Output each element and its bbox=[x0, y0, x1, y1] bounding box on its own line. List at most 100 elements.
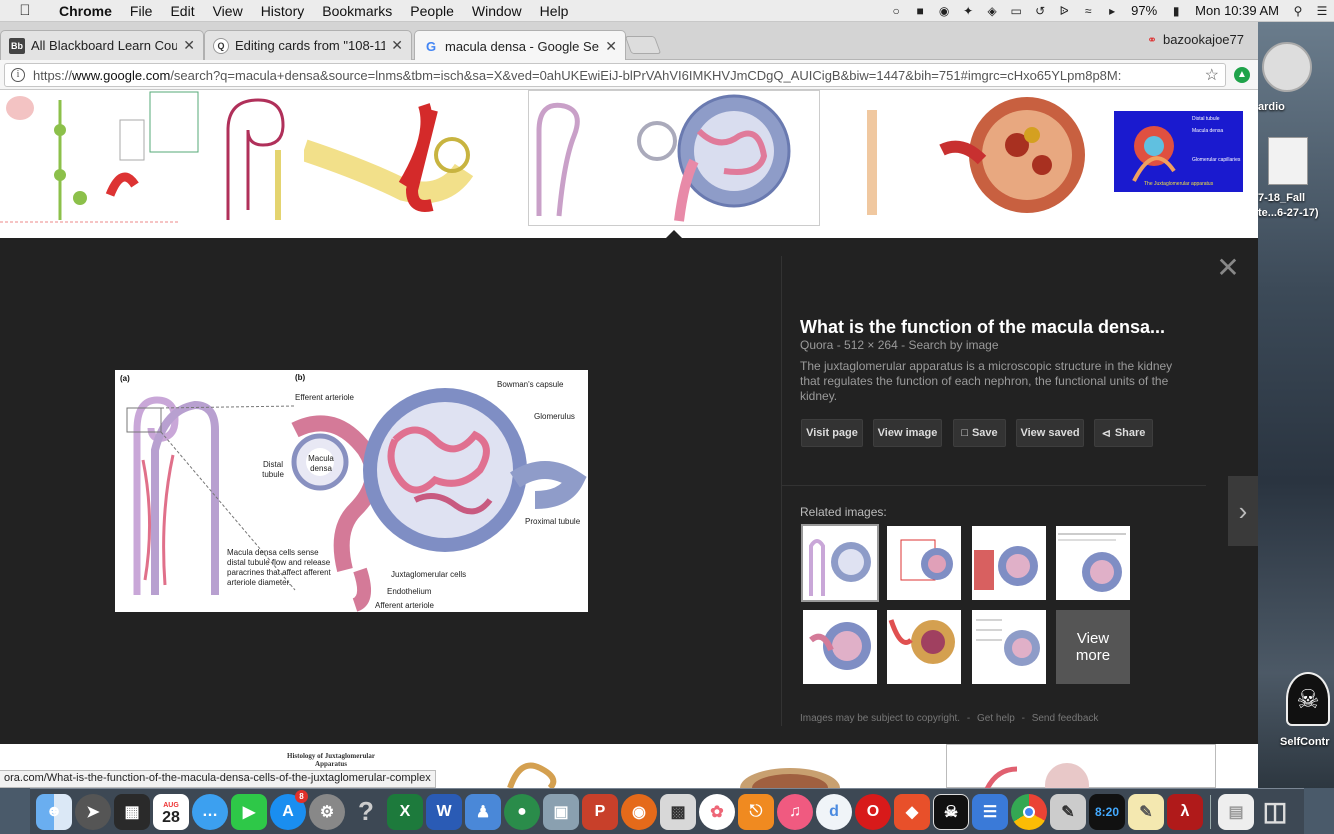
related-image-thumbnail[interactable] bbox=[801, 524, 879, 602]
dollar-status-icon[interactable]: ○ bbox=[884, 4, 908, 18]
image-result-thumbnail[interactable] bbox=[460, 744, 620, 788]
desktop-item-label[interactable]: SelfContr bbox=[1280, 736, 1330, 748]
battery-percent[interactable]: 97% bbox=[1124, 3, 1164, 18]
share-button[interactable]: ⊲ Share bbox=[1094, 419, 1153, 447]
menu-file[interactable]: File bbox=[121, 3, 162, 19]
related-image-thumbnail[interactable] bbox=[972, 526, 1046, 600]
shield-status-icon[interactable]: ◈ bbox=[980, 4, 1004, 18]
image-result-thumbnail[interactable] bbox=[946, 744, 1216, 788]
desktop-app-icon[interactable] bbox=[1262, 42, 1312, 92]
system-preferences-gear-icon[interactable]: ⚙ bbox=[309, 793, 345, 830]
messages-icon[interactable]: … bbox=[192, 793, 228, 830]
tab-google-search[interactable]: G macula densa - Google Search ✕ bbox=[414, 30, 626, 61]
photos-flower-icon[interactable]: ✿ bbox=[699, 793, 735, 830]
profile-button[interactable]: ⚭ bazookajoe77 bbox=[1147, 32, 1244, 47]
preview-photos-icon[interactable]: ▣ bbox=[543, 793, 579, 830]
extension-icon[interactable]: ▲ bbox=[1234, 67, 1250, 83]
save-button[interactable]: □ Save bbox=[953, 419, 1006, 447]
finder-icon[interactable]: ☻ bbox=[36, 793, 72, 830]
related-image-thumbnail[interactable] bbox=[972, 610, 1046, 684]
people-group-icon[interactable]: ♟ bbox=[465, 793, 501, 830]
related-image-thumbnail[interactable] bbox=[803, 610, 877, 684]
facetime-icon[interactable]: ▶ bbox=[231, 793, 267, 830]
activity-monitor-icon[interactable]: ▦ bbox=[114, 793, 150, 830]
opera-icon[interactable]: O bbox=[855, 793, 891, 830]
menu-people[interactable]: People bbox=[401, 3, 463, 19]
battery-icon[interactable]: ▮ bbox=[1164, 4, 1188, 18]
time-machine-icon[interactable]: ↺ bbox=[1028, 4, 1052, 18]
volume-icon[interactable]: ▸ bbox=[1100, 4, 1124, 18]
globe-icon[interactable]: ● bbox=[504, 793, 540, 830]
related-image-thumbnail[interactable] bbox=[1056, 526, 1130, 600]
search-by-image-link[interactable]: Search by image bbox=[908, 338, 998, 352]
menubar-clock[interactable]: Mon 10:39 AM bbox=[1188, 3, 1286, 18]
menu-history[interactable]: History bbox=[252, 3, 314, 19]
trash-icon[interactable]: ◫ bbox=[1257, 794, 1293, 830]
tab-editing-cards[interactable]: Q Editing cards from "108-117" ✕ bbox=[204, 30, 412, 60]
view-image-button[interactable]: View image bbox=[873, 419, 942, 447]
related-image-thumbnail[interactable] bbox=[887, 610, 961, 684]
send-feedback-link[interactable]: Send feedback bbox=[1032, 713, 1099, 724]
notification-center-icon[interactable]: ☰ bbox=[1310, 4, 1334, 18]
image-result-thumbnail[interactable] bbox=[208, 90, 304, 226]
help-question-icon[interactable]: ? bbox=[348, 794, 384, 830]
image-result-thumbnail[interactable]: Distal tubule Macula densa Glomerular ca… bbox=[1114, 111, 1243, 192]
menu-view[interactable]: View bbox=[204, 3, 252, 19]
skull-app-icon[interactable]: ☠ bbox=[1286, 672, 1330, 726]
apple-menu-icon[interactable]:  bbox=[0, 2, 50, 19]
image-result-thumbnail[interactable] bbox=[304, 90, 518, 226]
launchpad-rocket-icon[interactable]: ➤ bbox=[75, 793, 111, 830]
menu-bookmarks[interactable]: Bookmarks bbox=[313, 3, 401, 19]
new-tab-button[interactable] bbox=[624, 36, 662, 54]
close-tab-icon[interactable]: ✕ bbox=[183, 37, 195, 54]
spotlight-search-icon[interactable]: ⚲ bbox=[1286, 4, 1310, 18]
preview-image[interactable]: (a) (b) Bowman's capsule Efferent arteri… bbox=[115, 370, 588, 612]
view-saved-button[interactable]: View saved bbox=[1016, 419, 1084, 447]
camera-status-icon[interactable]: ◉ bbox=[932, 4, 956, 18]
clock-widget-icon[interactable]: 8:20 bbox=[1089, 793, 1125, 830]
close-tab-icon[interactable]: ✕ bbox=[391, 37, 403, 54]
chrome-icon[interactable] bbox=[1011, 793, 1047, 830]
dictionary-icon[interactable]: d bbox=[816, 793, 852, 830]
visit-page-button[interactable]: Visit page bbox=[801, 419, 863, 447]
image-result-thumbnail[interactable] bbox=[700, 744, 900, 788]
bookmark-star-icon[interactable]: ☆ bbox=[1205, 65, 1219, 85]
dark-app-status-icon[interactable]: ■ bbox=[908, 4, 932, 18]
close-tab-icon[interactable]: ✕ bbox=[605, 38, 617, 55]
stickies-icon[interactable]: ✎ bbox=[1128, 793, 1164, 830]
airplay-icon[interactable]: ▭ bbox=[1004, 4, 1028, 18]
result-title[interactable]: What is the function of the macula densa… bbox=[800, 317, 1200, 338]
menu-window[interactable]: Window bbox=[463, 3, 531, 19]
menu-edit[interactable]: Edit bbox=[161, 3, 203, 19]
calendar-icon[interactable]: AUG 28 bbox=[153, 793, 189, 830]
unknown-app-icon[interactable]: ◆ bbox=[894, 793, 930, 830]
image-result-thumbnail-selected[interactable] bbox=[528, 90, 820, 226]
related-image-thumbnail[interactable] bbox=[887, 526, 961, 600]
menu-app-name[interactable]: Chrome bbox=[50, 3, 121, 19]
firefox-icon[interactable]: ◉ bbox=[621, 793, 657, 830]
desktop-item-label[interactable]: te...6-27-17) bbox=[1258, 207, 1319, 219]
get-help-link[interactable]: Get help bbox=[977, 713, 1015, 724]
desktop-item-label[interactable]: 7-18_Fall bbox=[1258, 192, 1305, 204]
address-bar[interactable]: i https://www.google.com/search?q=macula… bbox=[4, 63, 1226, 87]
menu-help[interactable]: Help bbox=[531, 3, 578, 19]
result-source[interactable]: Quora bbox=[800, 338, 833, 352]
pencil-app-icon[interactable]: ✎ bbox=[1050, 793, 1086, 830]
document-file-icon[interactable]: ▤ bbox=[1218, 793, 1254, 830]
bluetooth-icon[interactable]: ᐉ bbox=[1052, 4, 1076, 18]
wifi-icon[interactable]: ≈ bbox=[1076, 4, 1100, 18]
ibooks-icon[interactable]: ⎋ bbox=[738, 793, 774, 830]
image-result-thumbnail[interactable] bbox=[0, 90, 200, 226]
image-result-thumbnail[interactable] bbox=[832, 90, 1106, 226]
rocket-status-icon[interactable]: ✦ bbox=[956, 4, 980, 18]
preview-icon[interactable]: ▩ bbox=[660, 793, 696, 830]
next-image-chevron-icon[interactable]: › bbox=[1228, 476, 1258, 546]
desktop-item-label[interactable]: ardio bbox=[1258, 101, 1285, 113]
view-more-button[interactable]: View more bbox=[1056, 610, 1130, 684]
itunes-music-icon[interactable]: ♫ bbox=[777, 793, 813, 830]
word-icon[interactable]: W bbox=[426, 793, 462, 830]
close-icon[interactable]: ✕ bbox=[1216, 254, 1240, 282]
powerpoint-icon[interactable]: P bbox=[582, 793, 618, 830]
site-info-icon[interactable]: i bbox=[11, 68, 25, 82]
tab-blackboard[interactable]: Bb All Blackboard Learn Courses - ✕ bbox=[0, 30, 204, 60]
